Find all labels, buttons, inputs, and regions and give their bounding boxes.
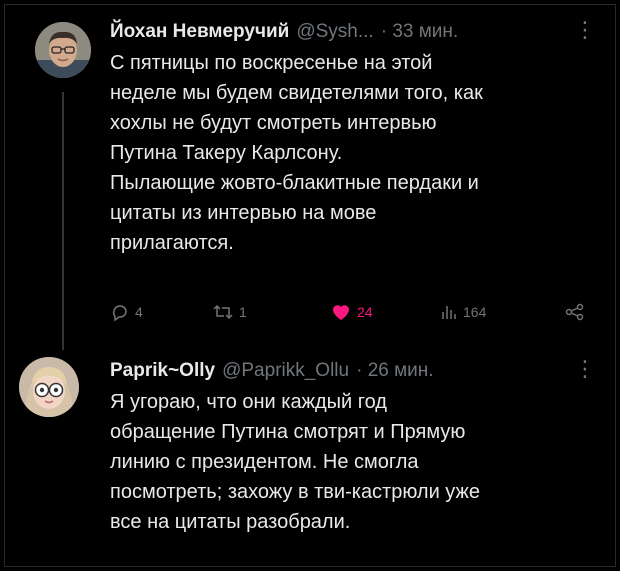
tweet-line: Пылающие жовто-блакитные пердаки и — [110, 172, 479, 194]
tweet-line: хохлы не будут смотреть интервью — [110, 112, 437, 134]
thread-connector-line — [62, 92, 64, 350]
tweet-line: обращение Путина смотрят и Прямую — [110, 421, 466, 443]
tweet-actions: 4 1 24 164 — [110, 302, 596, 328]
tweet-line: посмотреть; захожу в тви-кастрюли уже — [110, 481, 481, 503]
tweet-text: С пятницы по воскресенье на этой неделе … — [110, 48, 596, 258]
tweet-header: Йохан Невмеручий @Sysh... · 33 мин. — [110, 19, 596, 45]
share-icon — [564, 302, 586, 322]
tweet-line: прилагаются. — [110, 232, 234, 254]
author-handle[interactable]: @Sysh... — [296, 19, 373, 45]
tweet-line: неделе мы будем свидетелями того, как — [110, 82, 483, 104]
more-dots-icon[interactable]: ⋮ — [574, 358, 596, 380]
reply-count: 4 — [135, 304, 143, 320]
author-avatar[interactable] — [19, 357, 79, 417]
tweet-line: цитаты из интервью на мове — [110, 202, 377, 224]
author-avatar[interactable] — [35, 22, 91, 78]
retweet-count: 1 — [239, 304, 247, 320]
tweet-line: Я угораю, что они каждый год — [110, 391, 387, 413]
views-button[interactable]: 164 — [440, 302, 486, 322]
reply-icon — [110, 302, 130, 322]
reply-button[interactable]: 4 — [110, 302, 143, 322]
like-count: 24 — [357, 304, 373, 320]
tweet-line: все на цитаты разобрали. — [110, 511, 351, 533]
share-button[interactable] — [564, 302, 586, 322]
retweet-icon — [212, 302, 234, 322]
tweet-time[interactable]: · 26 мин. — [356, 358, 433, 384]
author-name[interactable]: Йохан Невмеручий — [110, 19, 289, 45]
tweet-time[interactable]: · 33 мин. — [381, 19, 458, 45]
views-count: 164 — [463, 304, 487, 320]
heart-icon — [330, 302, 352, 322]
tweet-header: Paprik~Olly @Paprikk_Ollu · 26 мин. — [110, 358, 596, 384]
like-button[interactable]: 24 — [330, 302, 373, 322]
tweet-text: Я угораю, что они каждый год обращение П… — [110, 387, 596, 537]
tweet-line: Путина Такеру Карлсону. — [110, 142, 343, 164]
tweet-line: линию с президентом. Не смогла — [110, 451, 419, 473]
author-handle[interactable]: @Paprikk_Ollu — [222, 358, 349, 384]
more-dots-icon[interactable]: ⋮ — [574, 19, 596, 41]
tweet[interactable]: Йохан Невмеручий @Sysh... · 33 мин. ⋮ С … — [110, 19, 596, 258]
author-name[interactable]: Paprik~Olly — [110, 358, 215, 384]
views-chart-icon — [440, 302, 458, 322]
retweet-button[interactable]: 1 — [212, 302, 247, 322]
tweet-line: С пятницы по воскресенье на этой — [110, 52, 433, 74]
tweet[interactable]: Paprik~Olly @Paprikk_Ollu · 26 мин. ⋮ Я … — [110, 358, 596, 537]
